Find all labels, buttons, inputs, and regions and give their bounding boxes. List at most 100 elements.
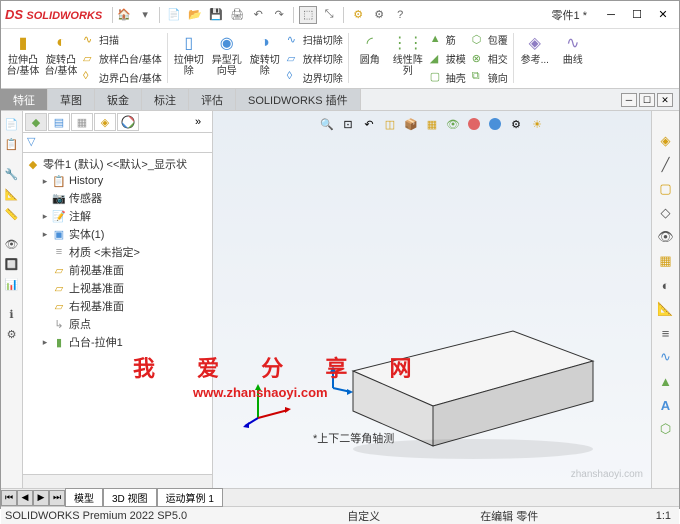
curves-button[interactable]: ∿ 曲线 <box>555 31 591 86</box>
settings-icon[interactable]: ⚙ <box>370 6 388 24</box>
tree-extrude[interactable]: ▸▮凸台-拉伸1 <box>39 333 210 351</box>
loft-button[interactable]: ▱放样凸台/基体 <box>81 50 164 68</box>
rt-curvature-icon[interactable]: ∿ <box>656 347 676 367</box>
extrude-cut-button[interactable]: ▯ 拉伸切 除 <box>171 31 207 86</box>
extrude-boss-button[interactable]: ▮ 拉伸凸 台/基体 <box>5 31 41 86</box>
side-view3-icon[interactable]: 📊 <box>3 275 21 293</box>
select-icon[interactable]: ⬚ <box>299 6 317 24</box>
rt-edge-icon[interactable]: ◇ <box>656 203 676 223</box>
cursor-icon[interactable]: ⤡ <box>320 6 338 24</box>
dropdown-icon[interactable]: ▾ <box>136 6 154 24</box>
rt-surface-icon[interactable]: ▲ <box>656 371 676 391</box>
maximize-button[interactable]: ☐ <box>625 5 649 25</box>
status-custom[interactable]: 自定义 <box>347 508 380 524</box>
boundary-button[interactable]: ◊边界凸台/基体 <box>81 68 164 86</box>
intersect-button[interactable]: ⊗相交 <box>470 50 510 68</box>
side-info-icon[interactable]: ℹ <box>3 305 21 323</box>
display-style-icon[interactable]: ▦ <box>423 115 441 133</box>
bt-next-button[interactable]: ▶ <box>33 490 49 506</box>
hole-wizard-button[interactable]: ◉ 异型孔向导 <box>209 31 245 86</box>
side-view2-icon[interactable]: 🔲 <box>3 255 21 273</box>
rt-transparent-icon[interactable]: ▦ <box>656 251 676 271</box>
rt-zebra-icon[interactable]: ≡ <box>656 323 676 343</box>
tree-material[interactable]: ≡材质 <未指定> <box>39 243 210 261</box>
panel-scrollbar[interactable] <box>23 474 212 488</box>
tab-sketch[interactable]: 草图 <box>48 89 95 110</box>
tree-annotations[interactable]: ▸📝注解 <box>39 207 210 225</box>
filter-icon[interactable]: ▽ <box>27 136 35 148</box>
bottom-tab-motion[interactable]: 运动算例 1 <box>157 488 223 507</box>
help-icon[interactable]: ? <box>391 6 409 24</box>
tab-addins[interactable]: SOLIDWORKS 插件 <box>236 89 361 110</box>
tree-right-plane[interactable]: ▱右视基准面 <box>39 297 210 315</box>
rt-cube-icon[interactable]: ◈ <box>656 131 676 151</box>
hide-show-icon[interactable]: 👁 <box>444 115 462 133</box>
side-config-icon[interactable]: ⚙ <box>3 325 21 343</box>
side-part-icon[interactable]: 📄 <box>3 115 21 133</box>
tree-root[interactable]: ◆ 零件1 (默认) <<默认>_显示状 <box>25 155 210 173</box>
bt-prev-button[interactable]: ◀ <box>17 490 33 506</box>
tree-solid[interactable]: ▸▣实体(1) <box>39 225 210 243</box>
rt-draft-icon[interactable]: 📐 <box>656 299 676 319</box>
zoom-fit-icon[interactable]: 🔍 <box>318 115 336 133</box>
rt-annotation-icon[interactable]: A <box>656 395 676 415</box>
open-icon[interactable]: 📂 <box>186 6 204 24</box>
side-view1-icon[interactable]: 👁 <box>3 235 21 253</box>
save-icon[interactable]: 💾 <box>207 6 225 24</box>
home-icon[interactable]: 🏠 <box>115 6 133 24</box>
tab-sheetmetal[interactable]: 钣金 <box>95 89 142 110</box>
boundary-cut-button[interactable]: ◊边界切除 <box>285 68 345 86</box>
panel-tab-display-icon[interactable]: ◈ <box>94 113 116 131</box>
bottom-tab-3dview[interactable]: 3D 视图 <box>103 488 157 507</box>
revolve-boss-button[interactable]: ◐ 旋转凸 台/基体 <box>43 31 79 86</box>
rt-section-icon[interactable]: ◐ <box>656 275 676 295</box>
undo-icon[interactable]: ↶ <box>249 6 267 24</box>
mirror-button[interactable]: ⧉镜向 <box>470 68 510 86</box>
rt-render-icon[interactable]: ⬡ <box>656 419 676 439</box>
render-icon[interactable]: ☀ <box>528 115 546 133</box>
tree-history[interactable]: ▸📋History <box>39 173 210 189</box>
panel-tab-appearance-icon[interactable] <box>117 113 139 131</box>
reference-button[interactable]: ◈ 参考... <box>517 31 553 86</box>
tree-top-plane[interactable]: ▱上视基准面 <box>39 279 210 297</box>
tree-origin[interactable]: ↳原点 <box>39 315 210 333</box>
bt-first-button[interactable]: ⏮ <box>1 490 17 506</box>
view-settings-icon[interactable]: ⚙ <box>507 115 525 133</box>
linear-pattern-button[interactable]: ⋮⋮ 线性阵列 <box>390 31 426 86</box>
edit-appearance-icon[interactable] <box>465 115 483 133</box>
rt-face-icon[interactable]: ▢ <box>656 179 676 199</box>
side-tool1-icon[interactable]: 🔧 <box>3 165 21 183</box>
tree-sensors[interactable]: 📷传感器 <box>39 189 210 207</box>
side-assembly-icon[interactable]: 📋 <box>3 135 21 153</box>
sweep-cut-button[interactable]: ∿扫描切除 <box>285 31 345 49</box>
bottom-tab-model[interactable]: 模型 <box>65 488 103 507</box>
tree-front-plane[interactable]: ▱前视基准面 <box>39 261 210 279</box>
options-icon[interactable]: ⚙ <box>349 6 367 24</box>
shell-button[interactable]: ▢抽壳 <box>428 68 468 86</box>
view-orient-icon[interactable]: 📦 <box>402 115 420 133</box>
close-button[interactable]: ✕ <box>651 5 675 25</box>
print-icon[interactable]: 🖨 <box>228 6 246 24</box>
side-tool3-icon[interactable]: 📏 <box>3 205 21 223</box>
apply-scene-icon[interactable] <box>486 115 504 133</box>
panel-tab-feature-icon[interactable]: ◆ <box>25 113 47 131</box>
zoom-area-icon[interactable]: ⊡ <box>339 115 357 133</box>
rt-line-icon[interactable]: ╱ <box>656 155 676 175</box>
doc-close-button[interactable]: ✕ <box>657 93 673 107</box>
panel-pin-icon[interactable]: » <box>187 113 209 131</box>
bt-last-button[interactable]: ⏭ <box>49 490 65 506</box>
panel-tab-config-icon[interactable]: ▦ <box>71 113 93 131</box>
tab-markup[interactable]: 标注 <box>142 89 189 110</box>
fillet-button[interactable]: ◜ 圆角 <box>352 31 388 86</box>
side-tool2-icon[interactable]: 📐 <box>3 185 21 203</box>
revolve-cut-button[interactable]: ◑ 旋转切 除 <box>247 31 283 86</box>
doc-min-button[interactable]: ─ <box>621 93 637 107</box>
view-prev-icon[interactable]: ↶ <box>360 115 378 133</box>
section-view-icon[interactable]: ◫ <box>381 115 399 133</box>
draft-button[interactable]: ◢拔模 <box>428 50 468 68</box>
panel-tab-property-icon[interactable]: ▤ <box>48 113 70 131</box>
new-icon[interactable]: 📄 <box>165 6 183 24</box>
tab-evaluate[interactable]: 评估 <box>189 89 236 110</box>
doc-max-button[interactable]: ☐ <box>639 93 655 107</box>
minimize-button[interactable]: ─ <box>599 5 623 25</box>
